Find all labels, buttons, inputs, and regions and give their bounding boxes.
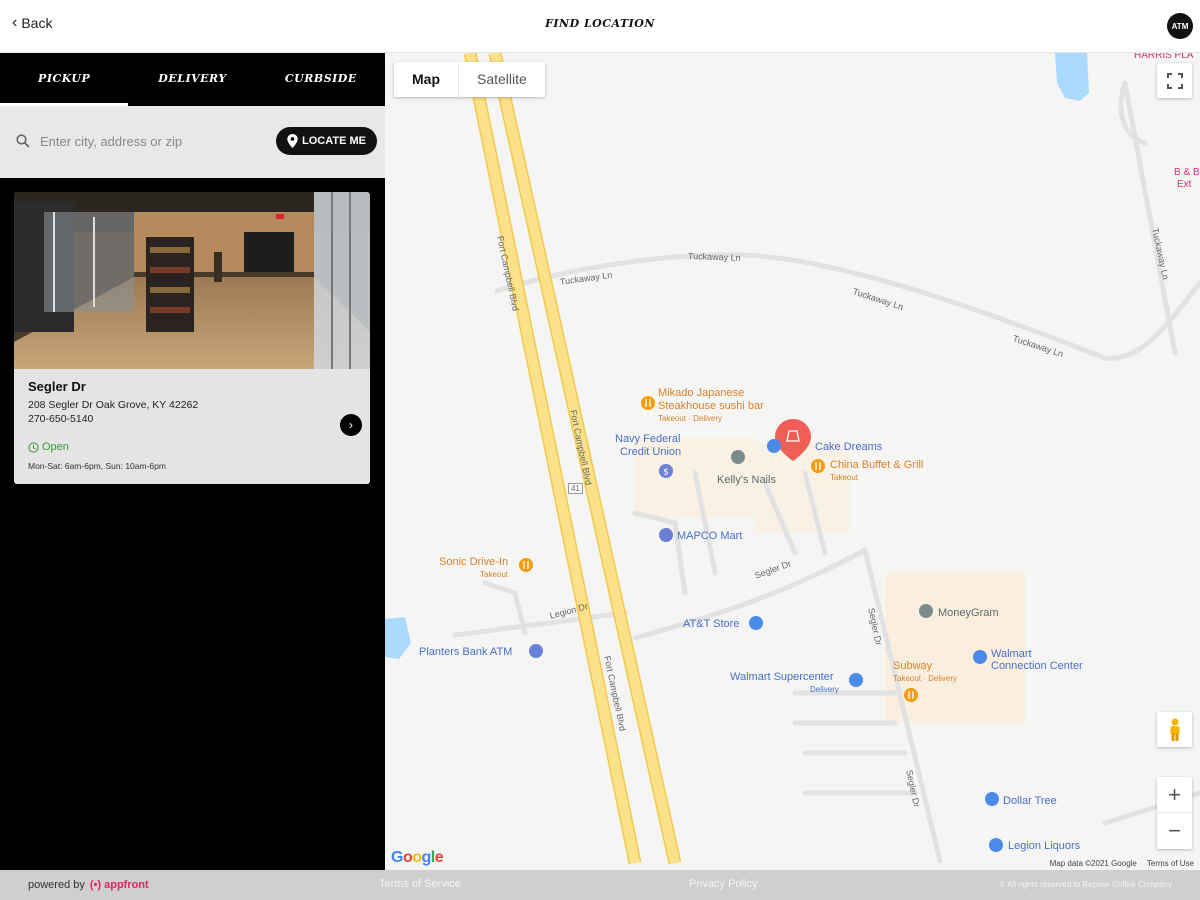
place-label[interactable]: Ext (1177, 179, 1191, 191)
place-label[interactable]: Walmart (991, 648, 1032, 660)
place-pin-icon[interactable] (918, 603, 934, 619)
search-icon (16, 134, 30, 148)
powered-by: powered by (•) appfront (28, 879, 149, 891)
place-label[interactable]: HARRIS PLA (1134, 53, 1193, 62)
pegman-icon (1170, 718, 1179, 741)
place-label[interactable]: Walmart Supercenter (730, 671, 834, 683)
search-input[interactable] (40, 130, 265, 152)
copyright: © All rights reserved to Repose Coffee C… (999, 880, 1173, 889)
store-photo (14, 192, 370, 369)
clock-icon (28, 441, 39, 453)
open-status: Open (28, 441, 69, 453)
place-label[interactable]: B & B (1174, 167, 1200, 179)
google-logo: Google (391, 849, 444, 866)
place-label[interactable]: MoneyGram (938, 607, 999, 619)
place-label[interactable]: Legion Liquors (1008, 840, 1080, 852)
street-view-button[interactable] (1157, 712, 1192, 747)
fullscreen-button[interactable] (1157, 63, 1192, 98)
place-label[interactable]: Dollar Tree (1003, 795, 1057, 807)
place-sublabel: Takeout · Delivery (658, 414, 723, 423)
chevron-right-icon: › (349, 418, 353, 432)
store-phone[interactable]: 270-650-5140 (28, 413, 93, 425)
open-status-label: Open (42, 441, 69, 453)
footer: powered by (•) appfront Terms of Service… (0, 870, 1200, 900)
locate-me-button[interactable]: LOCATE ME (276, 127, 377, 155)
tab-pickup[interactable]: PICKUP (0, 53, 129, 106)
map-type-map-button[interactable]: Map (394, 62, 459, 97)
privacy-policy-link[interactable]: Privacy Policy (689, 878, 757, 890)
shop-pin-icon[interactable] (972, 649, 988, 665)
search-bar: LOCATE ME (0, 106, 385, 178)
map-type-satellite-button[interactable]: Satellite (459, 62, 545, 97)
map-type-control: Map Satellite (394, 62, 545, 97)
map-terms-link[interactable]: Terms of Use (1147, 859, 1194, 868)
map-canvas (385, 53, 1200, 865)
place-label[interactable]: Navy Federal (615, 433, 680, 445)
order-type-tabs: PICKUP DELIVERY CURBSIDE (0, 53, 385, 106)
place-sublabel: Takeout (480, 570, 509, 579)
shop-pin-icon[interactable] (748, 615, 764, 631)
place-label[interactable]: AT&T Store (683, 618, 739, 630)
place-label[interactable]: Subway (893, 660, 932, 672)
place-label[interactable]: Kelly's Nails (717, 474, 776, 486)
tab-curbside[interactable]: CURBSIDE (257, 53, 385, 106)
shop-pin-icon[interactable] (848, 672, 864, 688)
svg-text:$: $ (663, 468, 669, 478)
place-pin-icon[interactable] (730, 449, 746, 465)
shop-pin-icon[interactable] (658, 527, 674, 543)
tab-delivery[interactable]: DELIVERY (128, 53, 256, 106)
location-pin-icon (287, 134, 298, 148)
place-label[interactable]: Credit Union (620, 446, 681, 458)
store-address: 208 Segler Dr Oak Grove, KY 42262 (28, 399, 199, 411)
map-attribution: Map data ©2021 Google Terms of Use (1043, 857, 1200, 870)
page-title: FIND LOCATION (545, 17, 655, 30)
store-details: Segler Dr 208 Segler Dr Oak Grove, KY 42… (14, 369, 370, 484)
location-panel: PICKUP DELIVERY CURBSIDE LOCATE ME (0, 53, 385, 870)
place-label[interactable]: Planters Bank ATM (419, 646, 512, 658)
shop-pin-icon[interactable] (984, 791, 1000, 807)
place-label[interactable]: Cake Dreams (815, 441, 882, 453)
place-label[interactable]: Sonic Drive-In (439, 556, 508, 568)
place-sublabel: Takeout (830, 473, 859, 482)
zoom-control: + − (1157, 777, 1192, 849)
place-label[interactable]: Steakhouse sushi bar (658, 400, 764, 412)
brand-logo: ATM (1167, 13, 1193, 39)
atm-pin-icon[interactable] (528, 643, 544, 659)
select-store-button[interactable]: › (340, 414, 362, 436)
place-label[interactable]: China Buffet & Grill (830, 459, 923, 471)
road-label: Tuckaway Ln (687, 251, 741, 263)
app-header: ‹ Back FIND LOCATION ATM (0, 0, 1200, 53)
highway-shield: 41 (568, 483, 583, 494)
zoom-out-button[interactable]: − (1157, 813, 1192, 849)
place-label[interactable]: Mikado Japanese (658, 387, 744, 399)
restaurant-pin-icon[interactable] (903, 687, 919, 703)
terms-of-service-link[interactable]: Terms of Service (379, 878, 461, 890)
powered-by-label: powered by (28, 879, 85, 891)
fullscreen-icon (1166, 72, 1183, 89)
locate-me-label: LOCATE ME (302, 135, 366, 147)
bank-pin-icon[interactable]: $ (658, 463, 674, 479)
place-sublabel: Delivery (810, 685, 839, 694)
map-view[interactable]: Tuckaway Ln Tuckaway Ln Tuckaway Ln Tuck… (385, 53, 1200, 870)
restaurant-pin-icon[interactable] (810, 458, 826, 474)
store-card[interactable]: Segler Dr 208 Segler Dr Oak Grove, KY 42… (14, 192, 370, 484)
restaurant-pin-icon[interactable] (518, 557, 534, 573)
zoom-in-button[interactable]: + (1157, 777, 1192, 813)
place-sublabel: Takeout · Delivery (893, 674, 958, 683)
shop-pin-icon[interactable] (988, 837, 1004, 853)
map-data-attribution: Map data ©2021 Google (1049, 859, 1137, 868)
place-label[interactable]: MAPCO Mart (677, 530, 742, 542)
shop-pin-icon[interactable] (766, 438, 782, 454)
store-name: Segler Dr (28, 379, 86, 394)
appfront-logo[interactable]: (•) appfront (90, 879, 149, 891)
restaurant-pin-icon[interactable] (640, 395, 656, 411)
store-hours: Mon-Sat: 6am-6pm, Sun: 10am-6pm (28, 461, 166, 471)
place-label[interactable]: Connection Center (991, 660, 1083, 672)
